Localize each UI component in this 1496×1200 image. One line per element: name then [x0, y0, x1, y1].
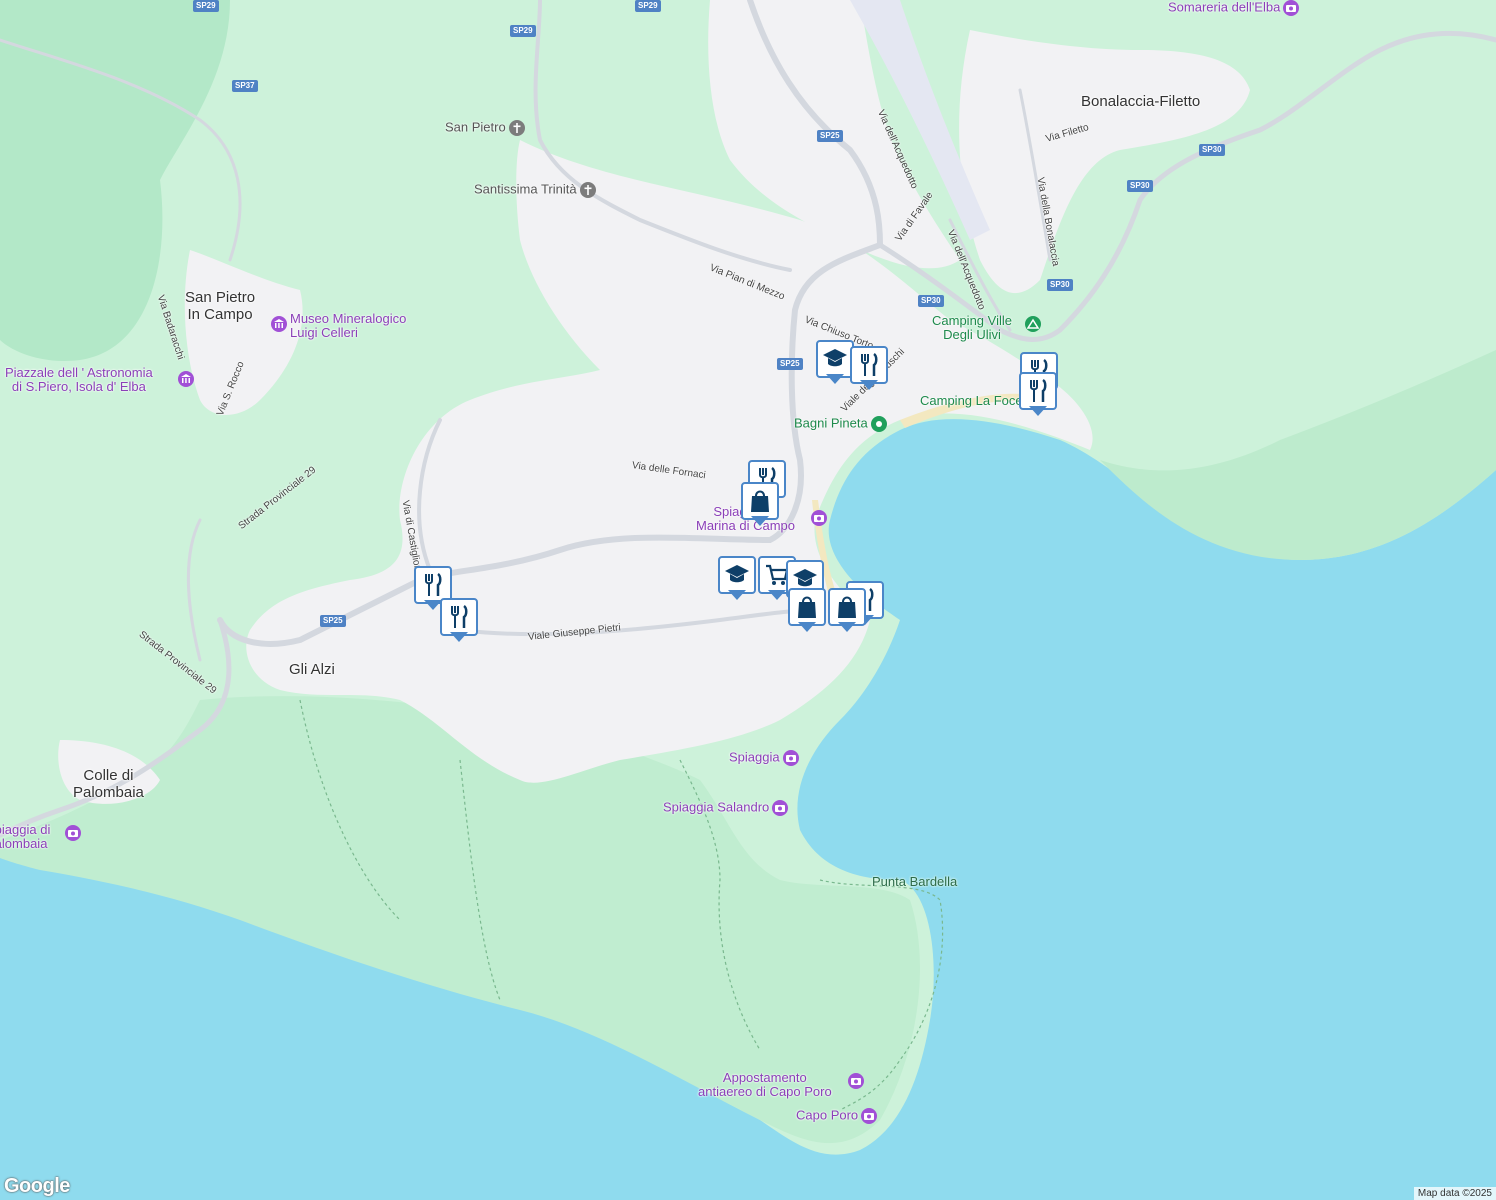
museum-icon	[271, 316, 287, 332]
museum-icon	[178, 371, 194, 387]
poi-label: San Pietro	[445, 119, 506, 135]
road-shield: SP25	[817, 130, 843, 142]
poi-label: Somareria dell'Elba	[1168, 0, 1281, 15]
poi-camping-la-foce[interactable]: Camping La Foce	[920, 393, 1023, 408]
map-marker-shop[interactable]	[828, 588, 866, 634]
graduation-cap-icon	[725, 565, 749, 583]
restaurant-icon	[425, 572, 442, 596]
map-data-attribution[interactable]: Map data ©2025	[1413, 1187, 1496, 1200]
poi-museo-mineralogico[interactable]: Museo Mineralogico Luigi Celleri	[268, 311, 407, 341]
poi-piazzale-astronomia[interactable]: Piazzale dell ' Astronomia di S.Piero, I…	[5, 365, 194, 395]
poi-camping-ville-degli-ulivi[interactable]: Camping Ville Degli Ulivi	[932, 313, 1041, 343]
camera-icon	[782, 750, 799, 766]
restaurant-icon	[1030, 378, 1047, 402]
poi-appostamento-capo-poro[interactable]: Appostamento antiaereo di Capo Poro	[698, 1070, 864, 1100]
tent-icon	[1025, 316, 1041, 332]
cross-icon	[579, 182, 596, 198]
place-label-punta-bardella: Punta Bardella	[872, 874, 958, 889]
graduation-cap-icon	[823, 349, 847, 367]
map-marker-restaurant[interactable]	[440, 598, 478, 644]
restaurant-icon	[451, 604, 468, 628]
road-shield: SP30	[1047, 279, 1073, 291]
poi-spiaggia[interactable]: Spiaggia	[729, 750, 799, 766]
camera-icon	[811, 510, 827, 526]
poi-spiaggia-palombaia[interactable]: Spiaggia di Palombaia	[0, 822, 81, 852]
poi-bagni-pineta[interactable]: Bagni Pineta	[794, 416, 887, 432]
poi-label: Piazzale dell ' Astronomia di S.Piero, I…	[5, 365, 153, 395]
place-label-colle-di-palombaia: Colle di Palombaia	[73, 767, 144, 801]
poi-label: Bagni Pineta	[794, 415, 868, 431]
poi-san-pietro-church[interactable]: San Pietro	[445, 120, 525, 136]
poi-capo-poro[interactable]: Capo Poro	[796, 1107, 878, 1124]
place-label-gli-alzi: Gli Alzi	[289, 661, 335, 678]
poi-label: Museo Mineralogico Luigi Celleri	[290, 311, 407, 341]
poi-spiaggia-salandro[interactable]: Spiaggia Salandro	[663, 799, 789, 816]
shopping-bag-icon	[751, 490, 769, 512]
road-shield: SP29	[635, 0, 661, 12]
camera-icon	[1283, 0, 1300, 16]
poi-label: Spiaggia	[729, 749, 780, 765]
road-shield: SP30	[918, 295, 944, 307]
map-marker-school[interactable]	[718, 556, 756, 602]
google-logo[interactable]: Google	[4, 1175, 70, 1198]
road-shield: SP25	[320, 615, 346, 627]
beach-icon	[870, 416, 887, 432]
poi-label: Santissima Trinità	[474, 181, 577, 197]
poi-label: Capo Poro	[796, 1107, 859, 1123]
map-marker-restaurant[interactable]	[1019, 372, 1057, 418]
restaurant-icon	[861, 352, 878, 376]
camera-icon	[65, 825, 81, 841]
poi-label: Camping Ville Degli Ulivi	[932, 313, 1012, 343]
map-marker-restaurant[interactable]	[850, 346, 888, 392]
road-shield: SP30	[1127, 180, 1153, 192]
camera-icon	[772, 800, 789, 816]
cross-icon	[508, 120, 525, 136]
poi-label: Spiaggia di Palombaia	[0, 822, 51, 852]
shopping-bag-icon	[798, 596, 816, 618]
poi-label: Spiaggia Salandro	[663, 799, 770, 815]
camera-icon	[861, 1108, 878, 1124]
road-shield: SP37	[232, 80, 258, 92]
poi-santissima-trinita[interactable]: Santissima Trinità	[474, 182, 596, 198]
poi-label: Appostamento antiaereo di Capo Poro	[698, 1070, 832, 1100]
map-canvas[interactable]: San Pietro In Campo Bonalaccia-Filetto G…	[0, 0, 1496, 1200]
road-shield: SP25	[777, 358, 803, 370]
road-shield: SP29	[193, 0, 219, 12]
road-shield: SP30	[1199, 144, 1225, 156]
map-marker-school[interactable]	[816, 340, 854, 386]
place-label-san-pietro-in-campo: San Pietro In Campo	[185, 289, 256, 323]
map-marker-shop[interactable]	[741, 482, 779, 528]
road-shield: SP29	[510, 25, 536, 37]
shopping-bag-icon	[838, 596, 856, 618]
place-label-bonalaccia: Bonalaccia-Filetto	[1081, 93, 1201, 110]
poi-somareria[interactable]: Somareria dell'Elba	[1168, 0, 1300, 16]
camera-icon	[848, 1073, 864, 1089]
map-marker-shop[interactable]	[788, 588, 826, 634]
